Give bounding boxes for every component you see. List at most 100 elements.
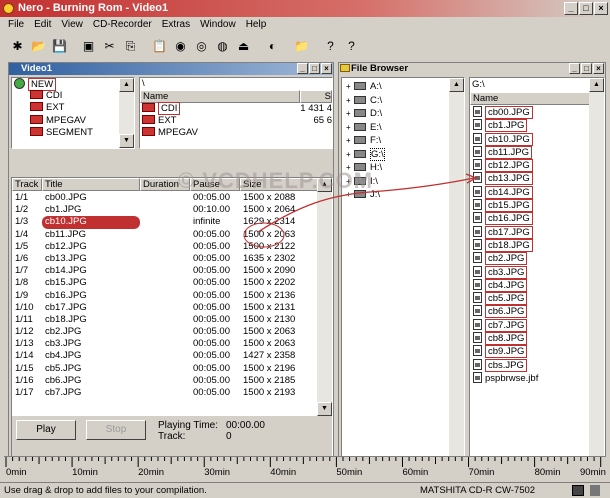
save-icon[interactable]: 💾 <box>50 37 69 56</box>
resize-grip-icon[interactable] <box>590 485 600 496</box>
list-item[interactable]: CDI 1 431 4 <box>140 102 332 115</box>
track-row[interactable]: 1/12 cb2.JPG 00:05.00 1500 x 2063 <box>12 326 332 338</box>
track-row[interactable]: 1/15 cb5.JPG 00:05.00 1500 x 2196 <box>12 363 332 375</box>
list-item[interactable]: EXT 65 6 <box>140 115 332 127</box>
browser-file-item[interactable]: cb13.JPG <box>473 172 604 186</box>
paste-icon[interactable]: 📋 <box>150 37 169 56</box>
track-row[interactable]: 1/6 cb13.JPG 00:05.00 1635 x 2302 <box>12 253 332 265</box>
track-row[interactable]: 1/16 cb6.JPG 00:05.00 1500 x 2185 <box>12 375 332 387</box>
scroll-up-arrow[interactable]: ▲ <box>449 78 464 92</box>
scroll-up-arrow[interactable]: ▲ <box>589 78 604 92</box>
browser-file-item[interactable]: pspbrwse.jbf <box>473 371 604 385</box>
close-button[interactable]: × <box>594 2 608 15</box>
browser-scrollbar[interactable]: ▲ ▼ <box>589 78 604 478</box>
drive-item[interactable]: + C:\ <box>342 94 464 108</box>
context-help-icon[interactable]: ? <box>342 37 361 56</box>
browser-file-item[interactable]: cb18.JPG <box>473 238 604 252</box>
expand-icon[interactable]: + <box>346 107 354 120</box>
track-row[interactable]: 1/4 cb11.JPG 00:05.00 1500 x 2063 <box>12 229 332 241</box>
browser-file-item[interactable]: cb7.JPG <box>473 318 604 332</box>
expand-icon[interactable]: + <box>346 80 354 93</box>
size-column-header[interactable]: S <box>300 90 332 103</box>
browser-file-item[interactable]: cb15.JPG <box>473 199 604 213</box>
browser-file-item[interactable]: cb9.JPG <box>473 345 604 359</box>
cd-info-icon[interactable]: ◍ <box>213 37 232 56</box>
list-item[interactable]: MPEGAV <box>140 127 332 139</box>
video-maximize-button[interactable]: □ <box>309 63 320 74</box>
open-icon[interactable]: 📂 <box>29 37 48 56</box>
new-icon[interactable]: ✱ <box>8 37 27 56</box>
browser-file-item[interactable]: cb16.JPG <box>473 212 604 226</box>
browser-file-item[interactable]: cb11.JPG <box>473 145 604 159</box>
scroll-up-arrow[interactable]: ▲ <box>317 178 332 192</box>
browser-file-item[interactable]: cb00.JPG <box>473 106 604 119</box>
menu-item-view[interactable]: View <box>57 17 89 33</box>
drive-tree-scrollbar[interactable]: ▲ ▼ <box>449 78 464 478</box>
browser-file-item[interactable]: cb10.JPG <box>473 132 604 146</box>
browser-file-list[interactable]: G:\ Name cb00.JPG cb1.JPG cb10.JPG cb11.JPG… <box>469 77 605 479</box>
browser-file-item[interactable]: cb2.JPG <box>473 252 604 266</box>
scroll-up-arrow[interactable]: ▲ <box>119 78 134 92</box>
tree-folder[interactable]: CDI <box>12 90 134 102</box>
play-button[interactable]: Play <box>16 420 76 440</box>
drive-item[interactable]: + D:\ <box>342 107 464 121</box>
menu-item-edit[interactable]: Edit <box>30 17 57 33</box>
drive-item[interactable]: + H:\ <box>342 161 464 175</box>
track-row[interactable]: 1/3 cb10.JPG infinite 1629 x 2314 <box>12 216 332 229</box>
browser-file-item[interactable]: cb5.JPG <box>473 292 604 306</box>
track-row[interactable]: 1/17 cb7.JPG 00:05.00 1500 x 2193 <box>12 387 332 399</box>
video-close-button[interactable]: × <box>321 63 332 74</box>
browser-file-item[interactable]: cb4.JPG <box>473 278 604 292</box>
help-icon[interactable]: ? <box>321 37 340 56</box>
track-row[interactable]: 1/2 cb1.JPG 00:10.00 1500 x 2064 <box>12 204 332 216</box>
menu-item-window[interactable]: Window <box>196 17 242 33</box>
drive-item[interactable]: + I:\ <box>342 175 464 189</box>
expand-icon[interactable]: + <box>346 148 354 161</box>
drive-item[interactable]: + J:\ <box>342 188 464 202</box>
tracks-scrollbar[interactable]: ▲ ▼ <box>317 178 332 416</box>
nero-app-icon[interactable] <box>3 3 14 14</box>
track-row[interactable]: 1/7 cb14.JPG 00:05.00 1500 x 2090 <box>12 265 332 277</box>
video-minimize-button[interactable]: _ <box>297 63 308 74</box>
expand-icon[interactable]: + <box>346 94 354 107</box>
minimize-button[interactable]: _ <box>564 2 578 15</box>
drive-item[interactable]: + A:\ <box>342 80 464 94</box>
track-row[interactable]: 1/5 cb12.JPG 00:05.00 1500 x 2122 <box>12 241 332 253</box>
track-column-header[interactable]: Track <box>12 178 42 191</box>
stop-button[interactable]: Stop <box>86 420 146 440</box>
expand-icon[interactable]: + <box>346 175 354 188</box>
browser-file-item[interactable]: cb3.JPG <box>473 265 604 279</box>
compilation-file-list[interactable]: \ Name S CDI 1 431 4 EXT 65 6 MPEGAV <box>139 77 333 149</box>
copy-icon[interactable]: ⎘ <box>121 37 140 56</box>
track-row[interactable]: 1/13 cb3.JPG 00:05.00 1500 x 2063 <box>12 338 332 350</box>
expand-icon[interactable]: + <box>346 161 354 174</box>
browser-file-item[interactable]: cb17.JPG <box>473 225 604 239</box>
pause-column-header[interactable]: Pause <box>190 178 240 191</box>
expand-icon[interactable]: + <box>346 188 354 201</box>
scroll-down-arrow[interactable]: ▼ <box>317 402 332 416</box>
browser-file-item[interactable]: cb14.JPG <box>473 185 604 199</box>
tree-folder[interactable]: MPEGAV <box>12 114 134 127</box>
write-icon[interactable]: ◎ <box>192 37 211 56</box>
browser-file-item[interactable]: cb8.JPG <box>473 332 604 346</box>
menu-item-help[interactable]: Help <box>242 17 273 33</box>
browser-name-header[interactable]: Name <box>470 92 590 105</box>
drive-item[interactable]: + F:\ <box>342 134 464 148</box>
expand-icon[interactable]: + <box>346 121 354 134</box>
expand-icon[interactable]: + <box>346 134 354 147</box>
browser-minimize-button[interactable]: _ <box>569 63 580 74</box>
duration-column-header[interactable]: Duration <box>140 178 190 191</box>
tree-folder[interactable]: EXT <box>12 102 134 114</box>
cut-icon[interactable]: ✂ <box>100 37 119 56</box>
drive-item[interactable]: + E:\ <box>342 121 464 135</box>
browser-maximize-button[interactable]: □ <box>581 63 592 74</box>
tree-folder[interactable]: SEGMENT <box>12 126 134 139</box>
tree-scrollbar[interactable]: ▲ ▼ <box>119 78 134 148</box>
menu-item-cdrecorder[interactable]: CD-Recorder <box>89 17 158 33</box>
browser-file-item[interactable]: cbs.JPG <box>473 358 604 372</box>
eject-icon[interactable]: ⏏ <box>234 37 253 56</box>
track-row[interactable]: 1/9 cb16.JPG 00:05.00 1500 x 2136 <box>12 290 332 302</box>
maximize-button[interactable]: □ <box>579 2 593 15</box>
menu-item-extras[interactable]: Extras <box>158 17 196 33</box>
burn-icon[interactable]: ◉ <box>171 37 190 56</box>
